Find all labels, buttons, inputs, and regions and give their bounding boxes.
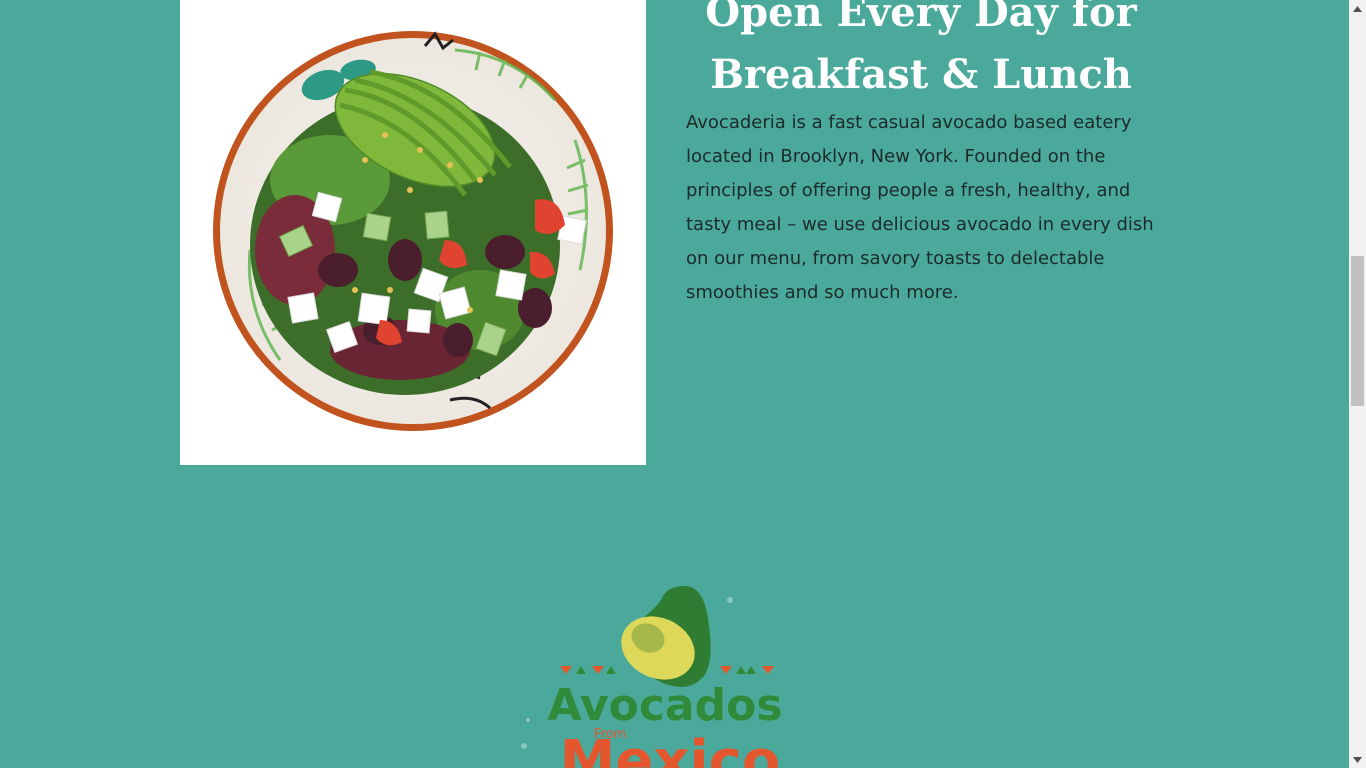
- avocados-from-mexico-logo[interactable]: Avocados From Mexico: [500, 560, 830, 768]
- scroll-up-arrow-icon[interactable]: [1349, 0, 1366, 17]
- logo-word-avocados: Avocados: [547, 680, 782, 731]
- scroll-down-arrow-icon[interactable]: [1349, 751, 1366, 768]
- headline-line-2: Breakfast & Lunch: [710, 51, 1132, 98]
- scrollbar-thumb[interactable]: [1351, 256, 1364, 406]
- logo-word-mexico: Mexico: [560, 729, 781, 768]
- salad-photo: [180, 0, 646, 465]
- vertical-scrollbar[interactable]: [1349, 0, 1366, 768]
- about-description: Avocaderia is a fast casual avocado base…: [686, 112, 1154, 303]
- page-content: Open Every Day for Breakfast & Lunch Avo…: [0, 0, 1349, 768]
- headline-line-1: Open Every Day for: [705, 0, 1137, 36]
- hours-headline: Open Every Day for Breakfast & Lunch: [686, 0, 1156, 106]
